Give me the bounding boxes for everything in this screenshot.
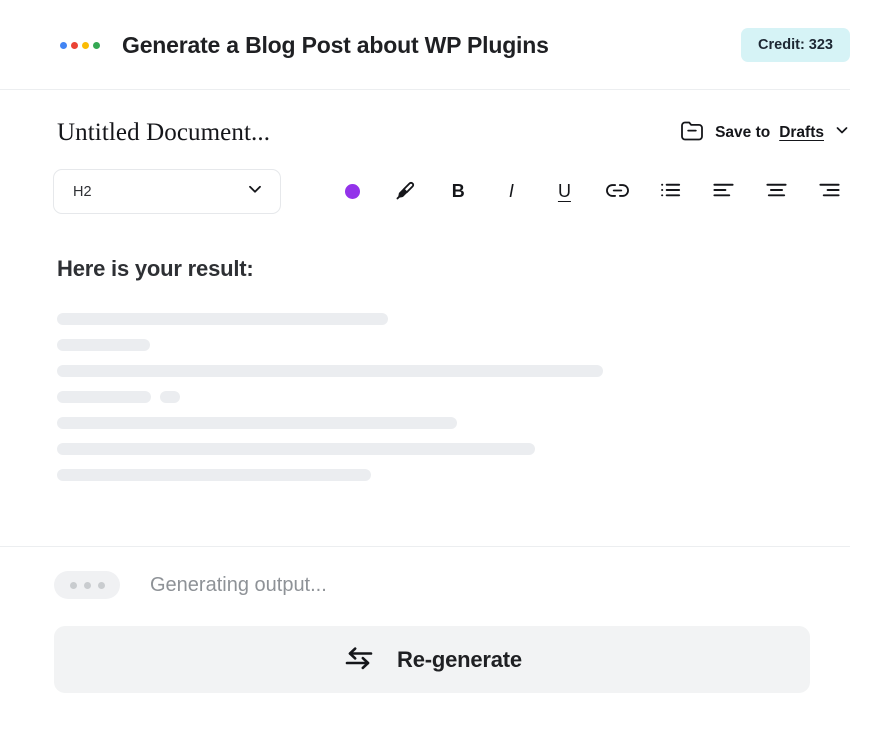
- logo-dot-yellow-icon: [82, 42, 89, 49]
- text-style-value: H2: [73, 184, 92, 200]
- skeleton-row: [57, 391, 850, 403]
- italic-button[interactable]: I: [494, 175, 528, 209]
- generation-status: Generating output...: [54, 546, 850, 599]
- status-text: Generating output...: [150, 574, 327, 597]
- underline-icon: U: [558, 181, 571, 202]
- logo-dot-red-icon: [71, 42, 78, 49]
- page-title: Generate a Blog Post about WP Plugins: [122, 32, 549, 59]
- align-left-button[interactable]: [707, 175, 741, 209]
- swap-arrows-icon: [342, 643, 376, 676]
- skeleton-bar: [160, 391, 180, 403]
- credit-badge: Credit: 323: [741, 28, 850, 62]
- skeleton-row: [57, 365, 850, 377]
- typing-indicator: [54, 571, 120, 599]
- skeleton-bar: [57, 391, 151, 403]
- brand-logo: [60, 42, 100, 49]
- skeleton-bar: [57, 443, 535, 455]
- typing-dot-icon: [84, 582, 91, 589]
- bullet-list-icon: [659, 180, 682, 203]
- logo-dot-blue-icon: [60, 42, 67, 49]
- text-color-swatch[interactable]: [335, 175, 369, 209]
- save-destination-control[interactable]: Save to Drafts: [679, 118, 850, 147]
- skeleton-row: [57, 339, 850, 351]
- save-to-label: Save to: [715, 124, 770, 142]
- document-title[interactable]: Untitled Document...: [57, 119, 270, 147]
- bold-button[interactable]: B: [441, 175, 475, 209]
- chevron-down-icon[interactable]: [834, 122, 850, 143]
- logo-dot-green-icon: [93, 42, 100, 49]
- result-panel: Here is your result:: [0, 214, 878, 495]
- align-center-icon: [765, 180, 788, 203]
- result-heading: Here is your result:: [57, 256, 850, 282]
- highlighter-button[interactable]: [388, 175, 422, 209]
- skeleton-bar: [57, 417, 457, 429]
- typing-dot-icon: [98, 582, 105, 589]
- skeleton-bar: [57, 365, 603, 377]
- document-bar: Untitled Document... Save to Drafts: [0, 90, 878, 147]
- content-skeleton: [57, 313, 850, 495]
- text-style-select[interactable]: H2: [53, 169, 281, 214]
- skeleton-bar: [57, 339, 150, 351]
- align-left-icon: [712, 180, 735, 203]
- editor-toolbar: H2 B: [0, 147, 878, 214]
- skeleton-row: [57, 469, 850, 481]
- align-center-button[interactable]: [760, 175, 794, 209]
- generation-footer: Generating output... Re-generate: [0, 546, 878, 693]
- regenerate-button[interactable]: Re-generate: [54, 626, 810, 693]
- link-icon: [605, 181, 630, 203]
- app-window: Generate a Blog Post about WP Plugins Cr…: [0, 0, 878, 748]
- bold-icon: B: [452, 181, 465, 202]
- skeleton-row: [57, 443, 850, 455]
- folder-minus-icon: [679, 118, 706, 147]
- skeleton-bar: [57, 469, 371, 481]
- app-header: Generate a Blog Post about WP Plugins Cr…: [0, 0, 878, 90]
- color-dot-icon: [345, 184, 360, 199]
- align-right-button[interactable]: [813, 175, 847, 209]
- chevron-down-icon: [246, 180, 264, 203]
- save-destination-value[interactable]: Drafts: [779, 124, 824, 142]
- underline-button[interactable]: U: [547, 175, 581, 209]
- bullet-list-button[interactable]: [654, 175, 688, 209]
- highlighter-icon: [394, 179, 417, 205]
- skeleton-row: [57, 313, 850, 325]
- skeleton-row: [57, 417, 850, 429]
- link-button[interactable]: [601, 175, 635, 209]
- formatting-tools: B I U: [281, 175, 850, 209]
- typing-dot-icon: [70, 582, 77, 589]
- italic-icon: I: [509, 181, 514, 202]
- skeleton-bar: [57, 313, 388, 325]
- align-right-icon: [818, 180, 841, 203]
- regenerate-label: Re-generate: [397, 647, 522, 673]
